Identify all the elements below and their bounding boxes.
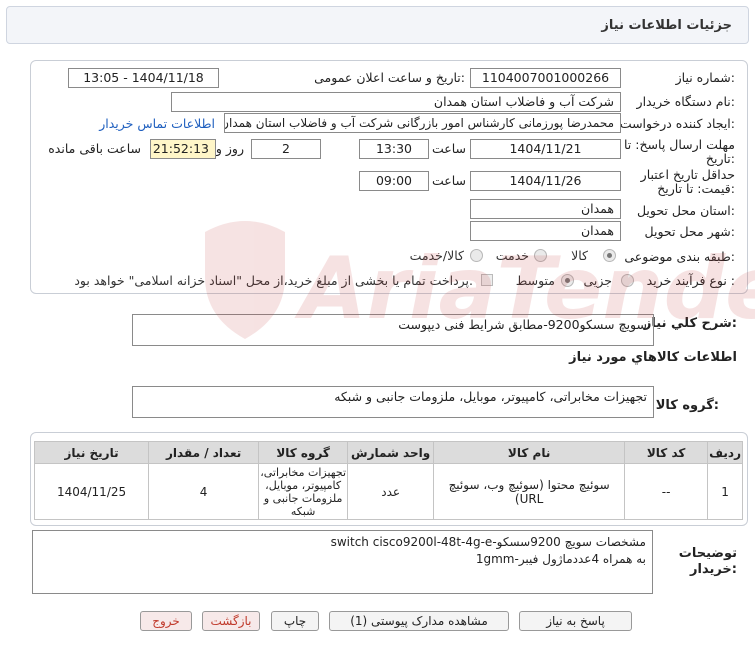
days-label: روز و: [215, 141, 244, 156]
announce-field: 1404/11/18 - 13:05: [68, 68, 219, 88]
col-row: ردیف: [707, 441, 743, 464]
treasury-payment-checkbox[interactable]: [481, 274, 493, 286]
need-number-field: 1104007001000266: [470, 68, 621, 88]
summary-label: شرح کلي نياز:: [643, 316, 737, 331]
col-code: کد کالا: [624, 441, 709, 464]
remaining-time-field: 21:52:13: [150, 139, 216, 159]
col-date: تاریخ نیاز: [33, 441, 150, 464]
days-remaining-field: 2: [251, 139, 321, 159]
category-option-service: خدمت: [495, 248, 529, 263]
province-label: استان محل تحویل:: [636, 203, 735, 218]
goods-group-text: تجهیزات مخابراتی، کامپیوتر، موبایل، ملزو…: [334, 389, 647, 404]
table-row: 1 -- سوئیچ محتوا (سوئیچ وب، سوئیچ URL) ع…: [33, 463, 743, 520]
attachments-button[interactable]: مشاهده مدارک پیوستی (1): [329, 611, 509, 631]
validity-time-field: 09:00: [359, 171, 429, 191]
category-option-goods: کالا: [571, 248, 588, 263]
exit-button[interactable]: خروج: [140, 611, 192, 631]
city-field: همدان: [470, 221, 621, 241]
announce-label: تاریخ و ساعت اعلان عمومی:: [314, 70, 465, 85]
print-button[interactable]: چاپ: [271, 611, 319, 631]
buyer-notes-line-1: مشخصات سویچ 9200سسکو-switch cisco9200l-4…: [330, 535, 646, 549]
buyer-contact-link[interactable]: اطلاعات تماس خریدار: [99, 116, 215, 131]
category-radio-goods-service[interactable]: [470, 249, 483, 262]
buyer-notes-label: توضیحات: [678, 546, 737, 561]
cell-unit: عدد: [347, 463, 435, 520]
city-label: شهر محل تحویل:: [644, 224, 735, 239]
back-button[interactable]: بازگشت: [202, 611, 260, 631]
cell-code: --: [624, 463, 709, 520]
cell-qty: 4: [148, 463, 260, 520]
validity-label: حداقل تاریخ اعتبار: [640, 167, 735, 182]
creator-field: محمدرضا پورزمانی کارشناس امور بازرگانی ش…: [224, 113, 621, 133]
buyer-org-label: نام دستگاه خریدار:: [636, 94, 735, 109]
process-option-partial: جزیی: [583, 273, 612, 288]
summary-text: سویچ سسکو9200-مطابق شرایط فنی دیپوست: [398, 317, 647, 332]
reply-deadline-label-2: تاریخ:: [705, 151, 735, 166]
validity-date-field: 1404/11/26: [470, 171, 621, 191]
validity-label-2: قیمت: تا تاریخ:: [657, 181, 735, 196]
category-radio-service[interactable]: [534, 249, 547, 262]
process-option-medium: متوسط: [515, 273, 555, 288]
process-label: نوع فرآیند خرید :: [646, 273, 735, 288]
goods-info-title: اطلاعات كالاهاي مورد نياز: [569, 350, 737, 365]
cell-date: 1404/11/25: [33, 463, 150, 520]
reply-time-label: ساعت: [431, 141, 466, 156]
col-unit: واحد شمارش: [347, 441, 435, 464]
goods-group-field: تجهیزات مخابراتی، کامپیوتر، موبایل، ملزو…: [132, 386, 654, 418]
summary-field: سویچ سسکو9200-مطابق شرایط فنی دیپوست: [132, 314, 654, 346]
validity-time-label: ساعت: [431, 173, 466, 188]
buyer-notes-field: مشخصات سویچ 9200سسکو-switch cisco9200l-4…: [32, 530, 653, 594]
reply-deadline-label: مهلت ارسال پاسخ: تا: [624, 137, 735, 152]
buyer-notes-line-2: به همراه 4عددماژول فیبر-1gmm: [475, 552, 646, 566]
process-radio-medium[interactable]: [561, 274, 574, 287]
reply-time-field: 13:30: [359, 139, 429, 159]
page-title: جزئیات اطلاعات نیاز: [601, 18, 732, 33]
category-label: طبقه بندی موضوعی:: [624, 249, 735, 264]
col-qty: تعداد / مقدار: [148, 441, 260, 464]
reply-date-field: 1404/11/21: [470, 139, 621, 159]
goods-table-header: ردیف کد کالا نام کالا واحد شمارش گروه کا…: [33, 441, 743, 464]
category-option-goods-service: کالا/خدمت: [409, 248, 464, 263]
category-radio-goods[interactable]: [603, 249, 616, 262]
remaining-time-label: ساعت باقی مانده: [48, 141, 141, 156]
creator-label: ایجاد کننده درخواست:: [619, 116, 735, 131]
goods-group-label: گروه کالا:: [655, 398, 719, 413]
cell-name: سوئیچ محتوا (سوئیچ وب، سوئیچ URL): [433, 463, 626, 520]
buyer-notes-label-2: خریدار:: [690, 562, 737, 577]
treasury-payment-note: پرداخت تمام یا بخشی از مبلغ خرید،از محل …: [74, 273, 473, 288]
goods-table: ردیف کد کالا نام کالا واحد شمارش گروه کا…: [33, 441, 743, 520]
col-group: گروه کالا: [258, 441, 349, 464]
buyer-org-field: شرکت آب و فاضلاب استان همدان: [171, 92, 621, 112]
cell-group: تجهیزات مخابراتی، کامپیوتر، موبایل، ملزو…: [258, 463, 349, 520]
province-field: همدان: [470, 199, 621, 219]
page-header: جزئیات اطلاعات نیاز: [6, 6, 749, 44]
col-name: نام کالا: [433, 441, 626, 464]
reply-button[interactable]: پاسخ به نیاز: [519, 611, 632, 631]
cell-row: 1: [707, 463, 743, 520]
process-radio-partial[interactable]: [621, 274, 634, 287]
need-number-label: شماره نیاز:: [675, 70, 735, 85]
